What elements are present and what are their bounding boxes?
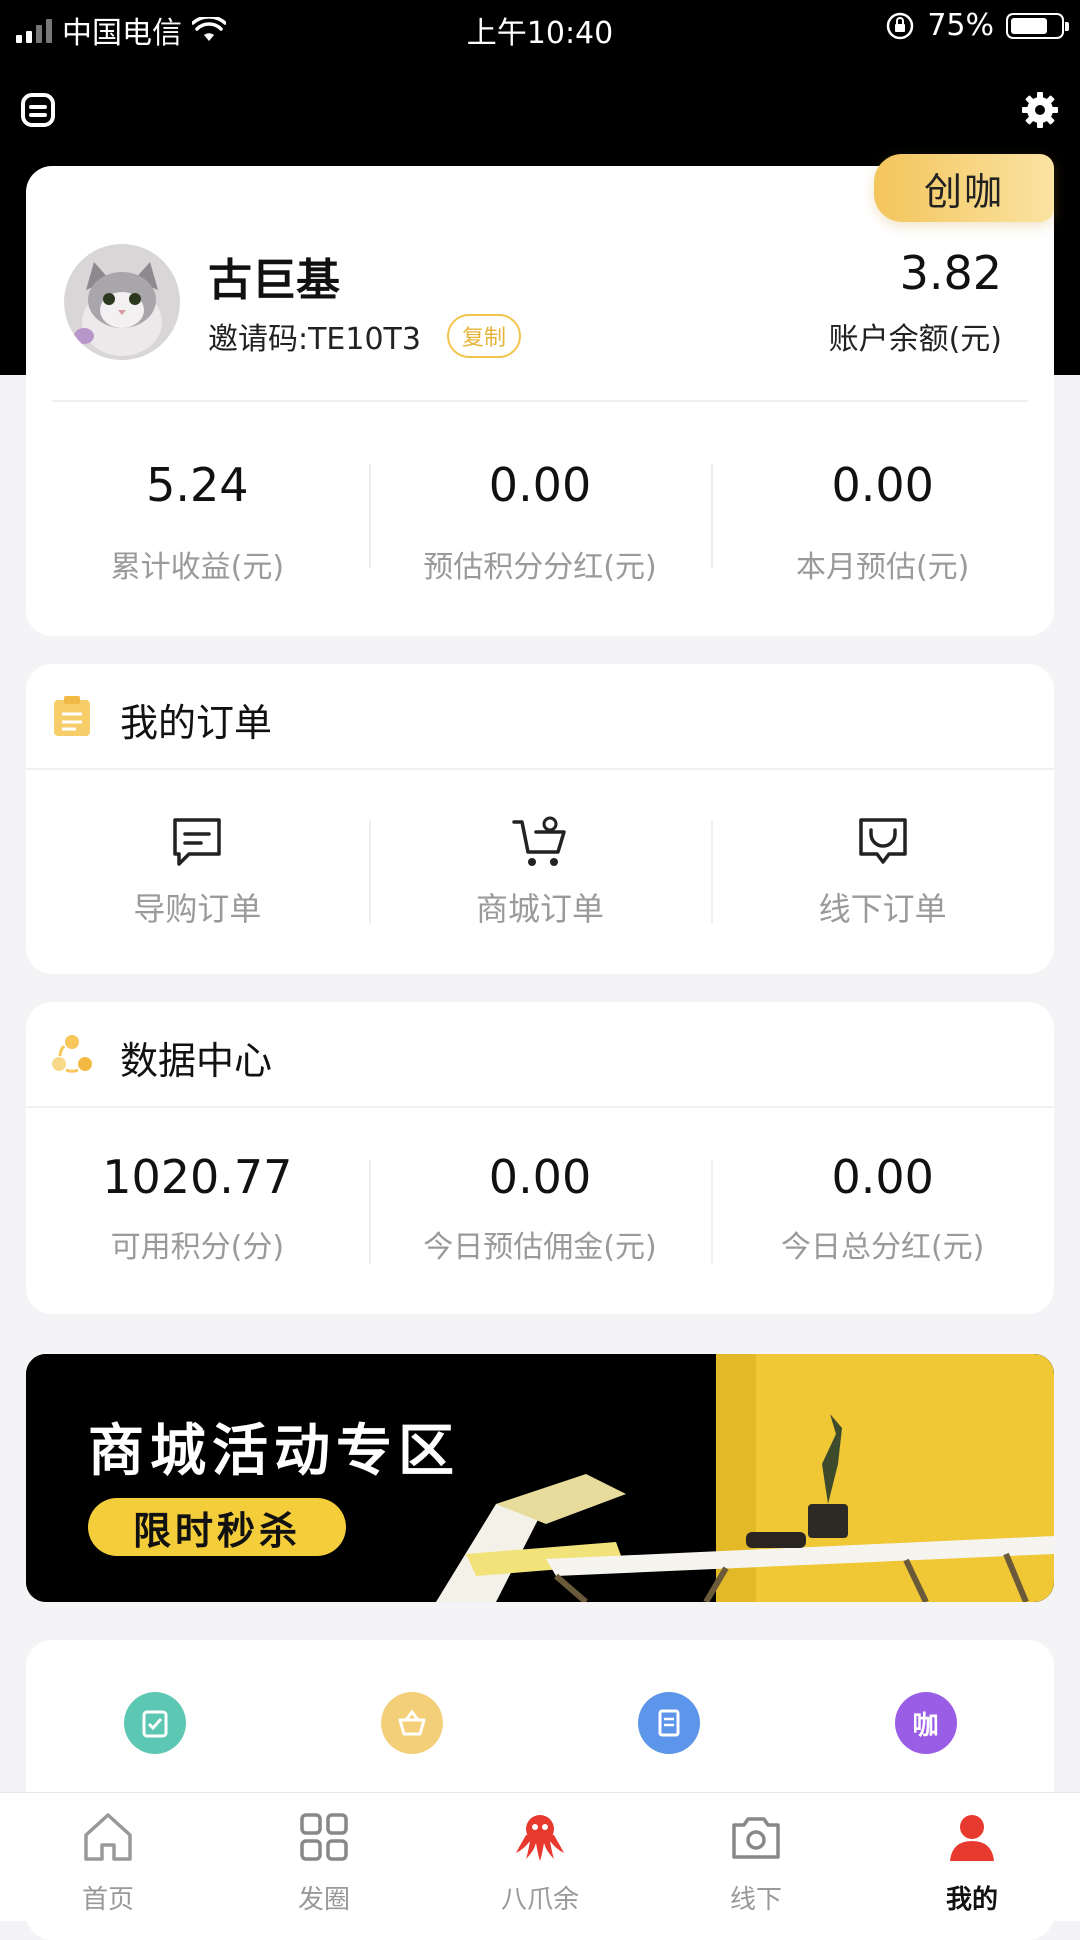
account-balance-value[interactable]: 3.82 <box>900 246 1002 300</box>
battery-icon <box>1006 12 1069 39</box>
tab-bazhuayu[interactable]: 八爪余 <box>432 1793 648 1921</box>
tab-moments[interactable]: 发圈 <box>216 1793 432 1921</box>
stat-value: 0.00 <box>488 458 592 512</box>
user-name: 古巨基 <box>208 255 340 306</box>
section-title: 我的订单 <box>120 701 273 745</box>
data-center-stats: 1020.77 可用积分(分) 0.00 今日预估佣金(元) 0.00 今日总分… <box>26 1108 1054 1308</box>
mall-promo-banner[interactable]: 商城活动专区 限时秒杀 <box>26 1354 1054 1602</box>
tab-offline[interactable]: 线下 <box>648 1793 864 1921</box>
stat-total-earnings[interactable]: 5.24 累计收益(元) <box>26 436 369 596</box>
tab-label: 线下 <box>729 1885 782 1915</box>
stat-value: 0.00 <box>488 1150 592 1204</box>
tab-label: 首页 <box>81 1885 134 1915</box>
order-type-guide[interactable]: 导购订单 <box>26 770 369 970</box>
feature-row: 咖 <box>26 1692 1054 1754</box>
account-balance-label: 账户余额(元) <box>828 322 1002 357</box>
feature-item[interactable]: 咖 <box>797 1692 1054 1754</box>
invite-code: 邀请码:TE10T3 <box>208 322 421 357</box>
person-icon <box>950 1815 994 1861</box>
flash-sale-button[interactable]: 限时秒杀 <box>88 1498 346 1556</box>
scan-icon[interactable] <box>20 92 56 128</box>
document-icon <box>637 1692 700 1754</box>
earnings-stats: 5.24 累计收益(元) 0.00 预估积分分红(元) 0.00 本月预估(元) <box>26 436 1054 596</box>
stat-available-points[interactable]: 1020.77 可用积分(分) <box>26 1108 369 1308</box>
stat-label: 今日预估佣金(元) <box>423 1230 657 1265</box>
order-type-offline[interactable]: 线下订单 <box>711 770 1054 970</box>
invite-code-row: 邀请码:TE10T3 复制 <box>208 314 521 358</box>
clipboard-check-icon <box>123 1692 186 1754</box>
feature-item[interactable] <box>283 1692 540 1754</box>
order-type-mall[interactable]: 商城订单 <box>368 770 712 970</box>
order-type-label: 导购订单 <box>133 890 262 928</box>
grid-icon <box>300 1813 348 1861</box>
tab-label: 我的 <box>945 1885 998 1915</box>
banner-title: 商城活动专区 <box>88 1419 460 1484</box>
stat-value: 5.24 <box>146 458 249 512</box>
camera-icon <box>732 1817 780 1859</box>
avatar[interactable] <box>64 244 180 360</box>
rotation-lock-icon <box>887 12 914 39</box>
stat-label: 累计收益(元) <box>110 550 285 585</box>
stat-label: 预估积分分红(元) <box>423 550 657 585</box>
stat-label: 本月预估(元) <box>795 550 970 585</box>
data-center-card: 数据中心 1020.77 可用积分(分) 0.00 今日预估佣金(元) 0.00… <box>26 1002 1054 1314</box>
shop-icon <box>858 818 907 864</box>
tab-home[interactable]: 首页 <box>0 1793 216 1921</box>
order-type-label: 商城订单 <box>476 890 605 928</box>
copy-invite-button[interactable]: 复制 <box>446 314 521 358</box>
section-title: 数据中心 <box>120 1039 273 1083</box>
divider <box>52 400 1028 402</box>
basket-icon <box>380 1692 443 1754</box>
stat-month-estimate[interactable]: 0.00 本月预估(元) <box>711 436 1054 596</box>
my-orders-card: 我的订单 导购订单 商城订单 线下订单 <box>26 664 1054 974</box>
battery-percent: 75% <box>927 8 994 43</box>
clipboard-icon <box>54 696 90 736</box>
order-types: 导购订单 商城订单 线下订单 <box>26 770 1054 970</box>
stat-value: 0.00 <box>831 1150 934 1204</box>
stat-value: 0.00 <box>831 458 934 512</box>
profile-card: 创咖 古巨基 邀请码:TE10T3 复制 3.82 账户余额(元) 5.24 累… <box>26 154 1054 636</box>
data-share-icon <box>52 1035 92 1073</box>
stat-estimated-dividend[interactable]: 0.00 预估积分分红(元) <box>368 436 712 596</box>
member-level-badge[interactable]: 创咖 <box>874 154 1054 222</box>
tab-label: 发圈 <box>297 1885 350 1915</box>
ka-icon: 咖 <box>894 1692 957 1754</box>
stat-value: 1020.77 <box>102 1150 293 1204</box>
feature-item[interactable] <box>26 1692 283 1754</box>
stat-today-dividend[interactable]: 0.00 今日总分红(元) <box>711 1108 1054 1308</box>
data-center-header[interactable]: 数据中心 <box>26 1002 1054 1108</box>
stat-today-commission[interactable]: 0.00 今日预估佣金(元) <box>368 1108 712 1308</box>
chat-bubble-icon <box>173 818 222 866</box>
bottom-tab-bar: 首页 发圈 八爪余 线下 我的 <box>0 1792 1080 1921</box>
feature-item[interactable] <box>540 1692 797 1754</box>
octopus-icon <box>516 1815 564 1861</box>
cart-icon <box>512 816 566 866</box>
order-type-label: 线下订单 <box>818 890 947 928</box>
settings-gear-icon[interactable] <box>1020 90 1060 130</box>
orders-header[interactable]: 我的订单 <box>26 664 1054 770</box>
stat-label: 今日总分红(元) <box>780 1230 985 1265</box>
status-bar: 中国电信 上午10:40 75% <box>0 0 1080 54</box>
stat-label: 可用积分(分) <box>110 1230 285 1265</box>
tab-label: 八爪余 <box>500 1885 579 1915</box>
home-icon <box>84 1813 132 1861</box>
tab-mine[interactable]: 我的 <box>864 1793 1080 1921</box>
